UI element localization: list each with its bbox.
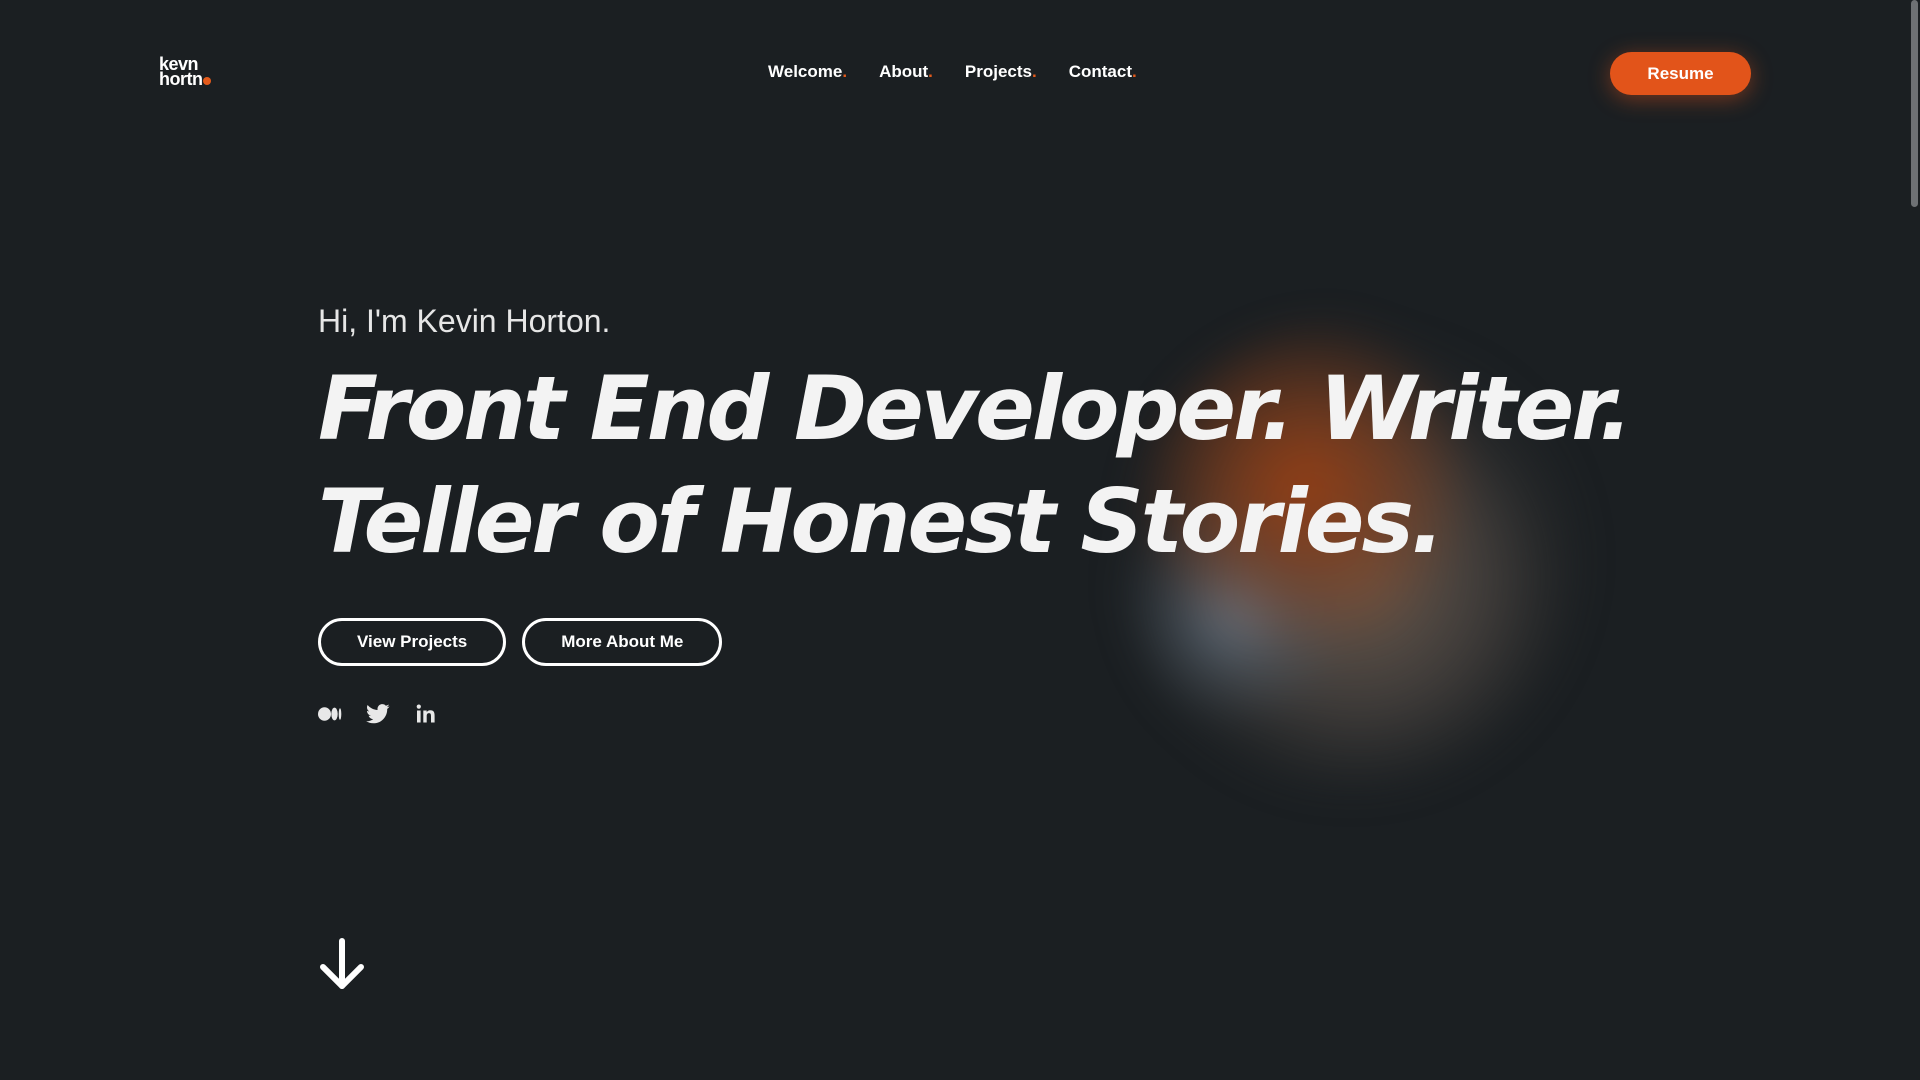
nav-item-welcome[interactable]: Welcome. (768, 62, 847, 82)
hero-buttons: View Projects More About Me (318, 618, 723, 666)
scroll-down-arrow-icon[interactable] (318, 938, 366, 992)
view-projects-button[interactable]: View Projects (318, 618, 507, 666)
hero-headline: Front End Developer. Writer. Teller of H… (318, 352, 1633, 578)
nav-item-label: Contact (1068, 62, 1132, 81)
nav-item-period: . (1031, 62, 1037, 81)
scrollbar-thumb[interactable] (1911, 0, 1918, 207)
logo[interactable]: kevn hortn (159, 55, 212, 89)
linkedin-icon[interactable] (414, 702, 438, 726)
hero-headline-line1: Front End Developer. Writer. (318, 357, 1633, 460)
main-nav: Welcome. About. Projects. Contact. (768, 62, 1169, 82)
hero-headline-line2: Teller of Honest Stories. (318, 470, 1444, 573)
site-header: kevn hortn Welcome. About. Projects. Con… (0, 0, 1920, 146)
nav-item-period: . (928, 62, 933, 81)
page: kevn hortn Welcome. About. Projects. Con… (0, 0, 1920, 1080)
nav-item-period: . (1132, 62, 1137, 81)
nav-item-label: Welcome (768, 62, 843, 81)
nav-item-label: Projects (964, 62, 1032, 81)
logo-line2: hortn (159, 69, 212, 89)
nav-item-projects[interactable]: Projects. (965, 62, 1037, 82)
hero-greeting: Hi, I'm Kevin Horton. (318, 303, 611, 339)
logo-dot-icon (203, 77, 212, 85)
resume-button[interactable]: Resume (1610, 52, 1751, 95)
medium-icon[interactable] (318, 702, 342, 726)
nav-item-label: About (879, 62, 929, 81)
twitter-icon[interactable] (366, 702, 390, 726)
social-links (318, 702, 438, 726)
more-about-me-button[interactable]: More About Me (522, 618, 723, 666)
nav-item-period: . (842, 62, 848, 81)
nav-item-contact[interactable]: Contact. (1069, 62, 1137, 82)
nav-item-about[interactable]: About. (879, 62, 933, 82)
logo-line2-text: hortn (159, 69, 203, 89)
page-scrollbar[interactable] (1908, 0, 1920, 1080)
